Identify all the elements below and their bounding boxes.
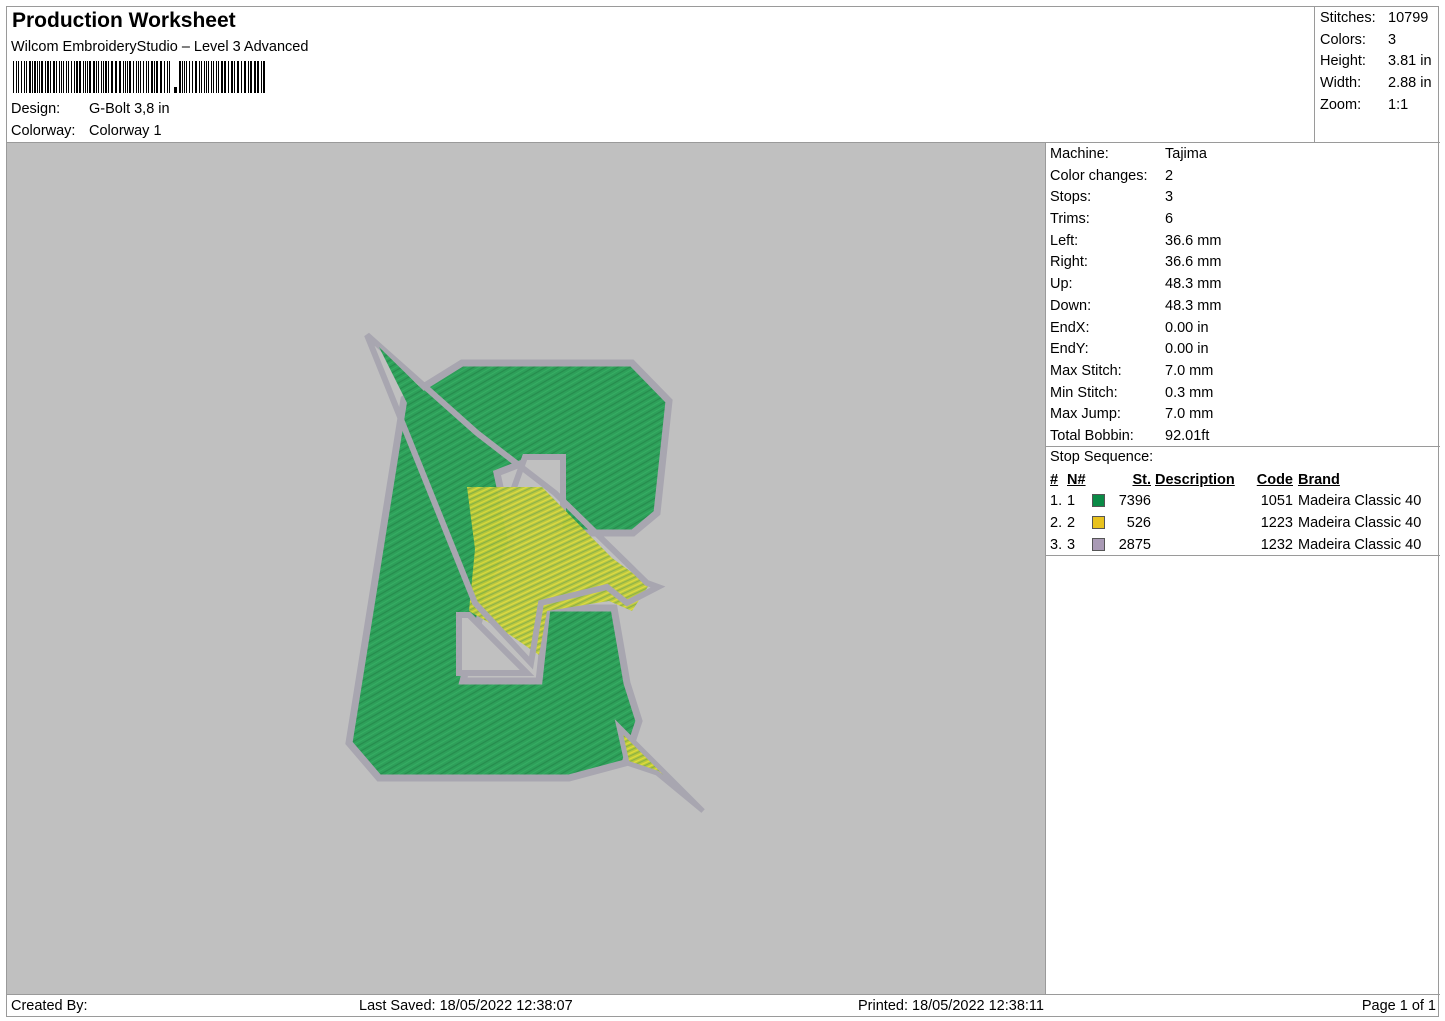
page-title: Production Worksheet xyxy=(12,9,236,32)
stop-sequence-caption: Stop Sequence: xyxy=(1050,449,1154,465)
worksheet-header: Production Worksheet Wilcom EmbroiderySt… xyxy=(7,7,1440,143)
machine-row: Up: 48.3 mm xyxy=(1050,276,1222,293)
summary-row-stitches: Stitches: 10799 xyxy=(1320,10,1429,26)
g-bolt-design-image xyxy=(345,332,705,813)
machine-row: EndX: 0.00 in xyxy=(1050,319,1209,336)
summary-panel: Stitches: 10799 Colors: 3 Height: 3.81 in W… xyxy=(1314,7,1440,143)
created-by: Created By: xyxy=(11,998,88,1014)
design-label: Design: xyxy=(11,101,61,117)
machine-row: Left: 36.6 mm xyxy=(1050,232,1222,249)
color-swatch xyxy=(1092,494,1105,508)
summary-row-height: Height: 3.81 in xyxy=(1320,53,1432,70)
machine-row: Trims: 6 xyxy=(1050,211,1174,228)
last-saved: Last Saved: 18/05/2022 12:38:07 xyxy=(359,998,573,1014)
software-name: Wilcom EmbroideryStudio – Level 3 Advanc… xyxy=(11,39,309,55)
machine-row: EndY: 0.00 in xyxy=(1050,341,1209,358)
machine-row: Machine: Tajima xyxy=(1050,146,1207,162)
design-preview xyxy=(7,143,1046,994)
machine-row: Min Stitch: 0.3 mm xyxy=(1050,384,1214,401)
table-row: 2. 2 526 1223 Madeira Classic 40 xyxy=(1050,514,1422,531)
page-number: Page 1 of 1 xyxy=(1361,998,1436,1014)
machine-row: Stops: 3 xyxy=(1050,189,1174,206)
table-row: 1. 1 7396 1051 Madeira Classic 40 xyxy=(1050,493,1422,510)
color-swatch xyxy=(1092,515,1105,529)
stop-sequence-table: # N# St. Description Code Brand 1. 1 739… xyxy=(1046,469,1421,556)
machine-info-panel: Machine: Tajima Color changes: 2 Stops: 3 T… xyxy=(1046,143,1440,447)
summary-row-colors: Colors: 3 xyxy=(1320,31,1397,48)
machine-row: Down: 48.3 mm xyxy=(1050,297,1222,314)
stop-sequence-panel: Stop Sequence: # N# St. Description Code… xyxy=(1046,447,1440,556)
summary-row-zoom: Zoom: 1:1 xyxy=(1320,96,1409,113)
summary-row-width: Width: 2.88 in xyxy=(1320,75,1432,92)
table-header-row: # N# St. Description Code Brand xyxy=(1050,471,1340,488)
printed-date: Printed: 18/05/2022 12:38:11 xyxy=(858,998,1044,1014)
machine-row: Max Jump: 7.0 mm xyxy=(1050,406,1214,423)
design-value: G-Bolt 3,8 in xyxy=(89,101,170,117)
bolt-bottom-spike xyxy=(614,719,705,813)
machine-row: Total Bobbin: 92.01ft xyxy=(1050,427,1210,444)
colorway-label: Colorway: xyxy=(11,123,76,139)
colorway-row: Colorway: Colorway 1 xyxy=(11,123,162,139)
table-row: 3. 3 2875 1232 Madeira Classic 40 xyxy=(1050,536,1422,553)
machine-row: Color changes: 2 xyxy=(1050,167,1174,184)
color-swatch xyxy=(1092,537,1105,551)
machine-row: Right: 36.6 mm xyxy=(1050,254,1222,271)
machine-row: Max Stitch: 7.0 mm xyxy=(1050,362,1214,379)
barcode-image xyxy=(13,61,265,93)
colorway-value: Colorway 1 xyxy=(89,123,162,139)
production-worksheet: Production Worksheet Wilcom EmbroiderySt… xyxy=(6,6,1440,1018)
worksheet-footer: Created By: Last Saved: 18/05/2022 12:38… xyxy=(7,994,1440,1018)
design-row: Design: G-Bolt 3,8 in xyxy=(11,101,170,117)
